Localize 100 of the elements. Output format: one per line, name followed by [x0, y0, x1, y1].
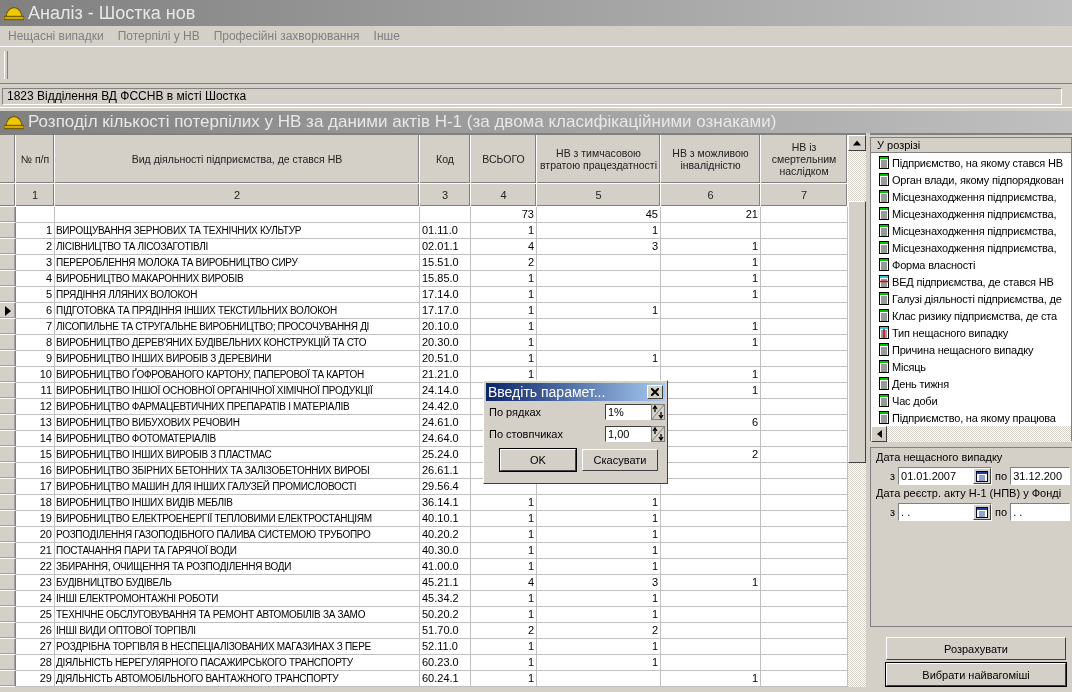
table-cell: 20.10.0: [420, 319, 471, 335]
table-cell: 3: [537, 575, 661, 591]
table-cell: 1: [471, 655, 537, 671]
action-button[interactable]: Вибрати найвагоміші: [886, 663, 1066, 686]
table-cell: 45.34.2: [420, 591, 471, 607]
table-cell: 24.14.0: [420, 383, 471, 399]
table-cell: 1: [537, 223, 661, 239]
list-item[interactable]: Місцезнаходження підприємства,: [871, 239, 1071, 256]
table-cell: 36.14.1: [420, 495, 471, 511]
table-cell: 21.21.0: [420, 367, 471, 383]
table-cell: РОЗДРІБНА ТОРГІВЛЯ В НЕСПЕЦІАЛІЗОВАНИХ МАГАЗИНАХ З ПЕРЕ: [55, 639, 420, 655]
date-range-label: Дата реєстр. акту Н-1 (НПВ) у Фонді: [876, 487, 1063, 501]
table-cell: ВИРОБНИЦТВО ДЕРЕВ'ЯНИХ БУДІВЕЛЬНИХ КОНСТРУКЦІЙ ТА СТО: [55, 335, 420, 351]
list-item[interactable]: Місцезнаходження підприємства,: [871, 222, 1071, 239]
table-cell: ЛІСОПИЛЬНЕ ТА СТРУГАЛЬНЕ ВИРОБНИЦТВО; ПРОСОЧУВАННЯ ДІ: [55, 319, 420, 335]
table-cell: 15: [16, 447, 55, 463]
spin-field[interactable]: 1,00: [605, 426, 651, 442]
list-item[interactable]: Місцезнаходження підприємства,: [871, 205, 1071, 222]
column-number: 7: [761, 184, 848, 207]
table-cell: 1: [471, 543, 537, 559]
list-item[interactable]: Форма власності: [871, 256, 1071, 273]
table-cell: 18: [16, 495, 55, 511]
dialog-button[interactable]: Скасувати: [582, 449, 658, 471]
dialog-button[interactable]: OK: [500, 449, 576, 471]
table-cell: 20.30.0: [420, 335, 471, 351]
list-item[interactable]: Час доби: [871, 392, 1071, 409]
window-title: Аналіз - Шостка нов: [28, 2, 196, 24]
table-cell: 5: [16, 287, 55, 303]
table-cell: 1: [537, 639, 661, 655]
table-cell: 40.20.2: [420, 527, 471, 543]
column-number: 5: [537, 184, 661, 207]
list-item[interactable]: День тижня: [871, 375, 1071, 392]
list-item[interactable]: Місяць: [871, 358, 1071, 375]
table-cell: 1: [537, 351, 661, 367]
date-field[interactable]: . .: [898, 503, 993, 521]
list-item[interactable]: Клас ризику підприємства, де ста: [871, 307, 1071, 324]
table-cell: 1: [16, 223, 55, 239]
table-cell: 27: [16, 639, 55, 655]
column-number: 1: [16, 184, 55, 207]
table-cell: 14: [16, 431, 55, 447]
table-cell: ЛІСІВНИЦТВО ТА ЛІСОЗАГОТІВЛІ: [55, 239, 420, 255]
table-cell: 10: [16, 367, 55, 383]
table-cell: 26.61.1: [420, 463, 471, 479]
table-cell: 02.01.1: [420, 239, 471, 255]
table-cell: 1: [471, 607, 537, 623]
date-field[interactable]: 31.12.200: [1010, 467, 1071, 485]
table-cell: 2: [471, 255, 537, 271]
table-cell: 22: [16, 559, 55, 575]
list-item[interactable]: Підприємство, на якому працюва: [871, 409, 1071, 426]
column-header: НВ з можливою інвалідністю: [661, 135, 761, 184]
table-cell: 1: [661, 319, 761, 335]
list-item[interactable]: Тип нещасного випадку: [871, 324, 1071, 341]
table-cell: 3: [16, 255, 55, 271]
column-header: НВ з тимчасовою втратою працездатності: [537, 135, 661, 184]
table-cell: ДІЯЛЬНІСТЬ АВТОМОБІЛЬНОГО ВАНТАЖНОГО ТРАНСПОРТУ: [55, 671, 420, 687]
field-label: По рядках: [489, 406, 542, 418]
table-cell: БУДІВНИЦТВО БУДІВЕЛЬ: [55, 575, 420, 591]
table-cell: 1: [471, 671, 537, 687]
table-cell: 28: [16, 655, 55, 671]
table-cell: 45.21.1: [420, 575, 471, 591]
table-cell: 1: [537, 591, 661, 607]
table-cell: 1: [471, 639, 537, 655]
table-cell: ВИРОБНИЦТВО ІНШИХ ВИРОБІВ З ПЛАСТМАС: [55, 447, 420, 463]
list-item[interactable]: ВЕД підприємства, де стався НВ: [871, 273, 1071, 290]
column-number: 4: [471, 184, 537, 207]
action-button[interactable]: Розрахувати: [886, 637, 1066, 660]
table-cell: 25.24.0: [420, 447, 471, 463]
table-cell: 15.51.0: [420, 255, 471, 271]
list-item[interactable]: Підприємство, на якому стався НВ: [871, 154, 1071, 171]
column-header: Вид діяльності підприємства, де стався НВ: [55, 135, 420, 184]
list-header: У розрізі: [871, 138, 1071, 153]
table-cell: ПОСТАЧАННЯ ПАРИ ТА ГАРЯЧОЇ ВОДИ: [55, 543, 420, 559]
list-item[interactable]: Орган влади, якому підпорядкован: [871, 171, 1071, 188]
table-cell: 1: [537, 527, 661, 543]
table-cell: 1: [471, 271, 537, 287]
list-item[interactable]: Причина нещасного випадку: [871, 341, 1071, 358]
list-item[interactable]: Місцезнаходження підприємства,: [871, 188, 1071, 205]
spin-field[interactable]: 1%: [605, 404, 651, 420]
table-cell: ПЕРЕРОБЛЕННЯ МОЛОКА ТА ВИРОБНИЦТВО СИРУ: [55, 255, 420, 271]
table-cell: ВИРОБНИЦТВО МАКАРОННИХ ВИРОБІВ: [55, 271, 420, 287]
from-label: з: [890, 470, 896, 482]
table-cell: 17: [16, 479, 55, 495]
table-cell: 1: [471, 495, 537, 511]
date-field[interactable]: . .: [1010, 503, 1071, 521]
date-field[interactable]: 01.01.2007: [898, 467, 993, 485]
table-cell: 24: [16, 591, 55, 607]
table-cell: РОЗПОДІЛЕННЯ ГАЗОПОДІБНОГО ПАЛИВА СИСТЕМОЮ ТРУБОПРО: [55, 527, 420, 543]
table-cell: 1: [661, 255, 761, 271]
table-cell: 1: [661, 287, 761, 303]
table-cell: 1: [537, 511, 661, 527]
table-cell: 3: [537, 239, 661, 255]
table-cell: ПРЯДІННЯ ЛЛЯНИХ ВОЛОКОН: [55, 287, 420, 303]
table-cell: 25: [16, 607, 55, 623]
table-cell: 6: [16, 303, 55, 319]
table-cell: 1: [661, 271, 761, 287]
list-item[interactable]: Галузі діяльності підприємства, де: [871, 290, 1071, 307]
table-cell: 1: [471, 287, 537, 303]
table-cell: 1: [471, 351, 537, 367]
report-title: Розподіл кількості потерпілих у НВ за даними актів Н-1 (за двома класифікаційними ознаками): [28, 112, 777, 132]
table-cell: 1: [537, 559, 661, 575]
